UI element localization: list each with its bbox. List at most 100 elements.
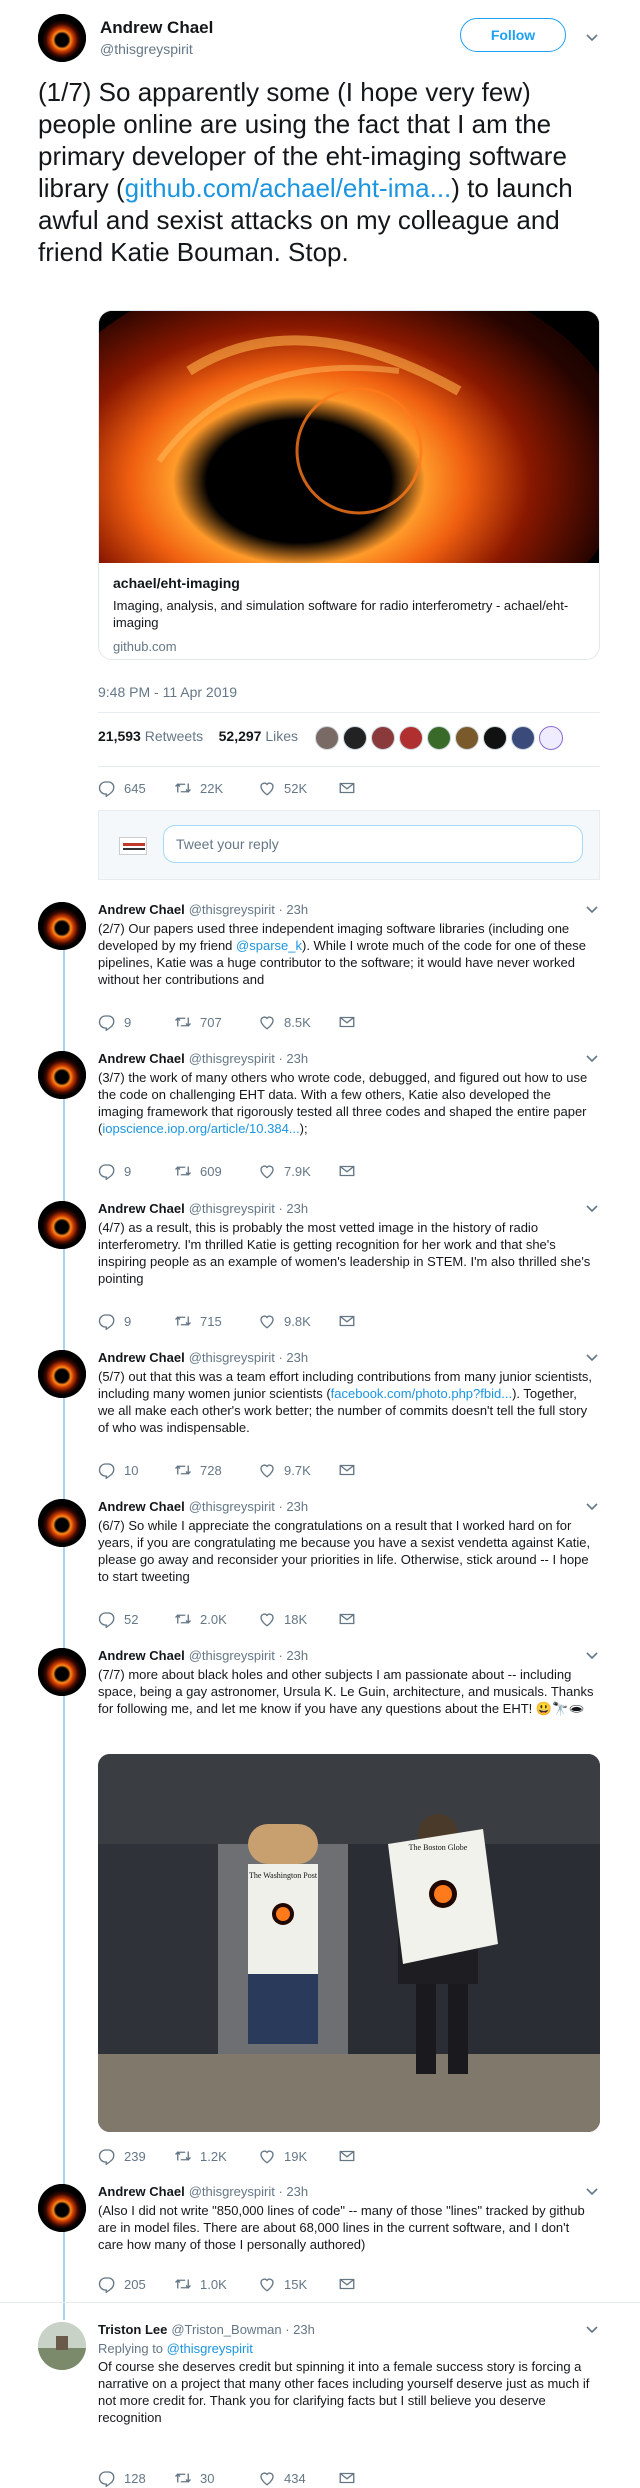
reply-button[interactable]: 9 xyxy=(98,1311,131,1331)
like-button[interactable]: 15K xyxy=(258,2274,307,2294)
reply-button[interactable]: 9 xyxy=(98,1161,131,1181)
replying-to: Replying to @thisgreyspirit xyxy=(98,2341,253,2356)
avatar[interactable] xyxy=(38,1648,86,1696)
follow-button[interactable]: Follow xyxy=(460,18,566,52)
like-button[interactable]: 9.7K xyxy=(258,1460,311,1480)
liker-avatar[interactable] xyxy=(455,726,479,750)
author[interactable]: Andrew Chael @thisgreyspirit · 23h xyxy=(98,1648,308,1663)
reply-button[interactable]: 645 xyxy=(98,778,146,798)
reply-button[interactable]: 52 xyxy=(98,1609,138,1629)
chevron-down-icon[interactable] xyxy=(586,34,598,42)
like-button[interactable]: 9.8K xyxy=(258,1311,311,1331)
paper-link[interactable]: iopscience.iop.org/article/10.384... xyxy=(102,1121,299,1136)
author[interactable]: Andrew Chael @thisgreyspirit · 23h xyxy=(98,1499,308,1514)
reply-button[interactable]: 10 xyxy=(98,1460,138,1480)
direct-message-button[interactable] xyxy=(338,1609,364,1629)
reply-tweet[interactable]: Andrew Chael @thisgreyspirit · 23h (5/7) … xyxy=(0,1350,640,1480)
liker-avatar[interactable] xyxy=(427,726,451,750)
avatar[interactable] xyxy=(38,14,86,62)
like-button[interactable]: 7.9K xyxy=(258,1161,311,1181)
retweet-button[interactable]: 30 xyxy=(174,2468,214,2488)
reply-tweet[interactable]: Andrew Chael @thisgreyspirit · 23h (2/7) … xyxy=(0,902,640,1032)
avatar[interactable] xyxy=(38,2184,86,2232)
author[interactable]: Andrew Chael @thisgreyspirit · 23h xyxy=(98,1350,308,1365)
liker-avatar[interactable] xyxy=(511,726,535,750)
liker-avatar[interactable] xyxy=(483,726,507,750)
chevron-down-icon[interactable] xyxy=(586,2326,598,2334)
chevron-down-icon[interactable] xyxy=(586,1652,598,1660)
like-button[interactable]: 8.5K xyxy=(258,1012,311,1032)
liker-avatar[interactable] xyxy=(343,726,367,750)
retweet-button[interactable]: 22K xyxy=(174,778,223,798)
reply-tweet[interactable]: Andrew Chael @thisgreyspirit · 23h (4/7) … xyxy=(0,1201,640,1331)
chevron-down-icon[interactable] xyxy=(586,1503,598,1511)
reply-tweet[interactable]: Andrew Chael @thisgreyspirit · 23h (Also … xyxy=(0,2184,640,2294)
like-button[interactable]: 18K xyxy=(258,1609,307,1629)
direct-message-button[interactable] xyxy=(338,1161,364,1181)
chevron-down-icon[interactable] xyxy=(586,1205,598,1213)
retweet-button[interactable]: 1.0K xyxy=(174,2274,227,2294)
direct-message-button[interactable] xyxy=(338,1460,364,1480)
direct-message-button[interactable] xyxy=(338,778,364,798)
author[interactable]: Andrew Chael @thisgreyspirit · 23h xyxy=(98,1201,308,1216)
chevron-down-icon[interactable] xyxy=(586,2188,598,2196)
author[interactable]: Triston Lee @Triston_Bowman · 23h xyxy=(98,2322,315,2337)
retweet-button[interactable]: 1.2K xyxy=(174,2146,227,2166)
avatar[interactable] xyxy=(38,1499,86,1547)
avatar[interactable] xyxy=(38,1051,86,1099)
facebook-link[interactable]: facebook.com/photo.php?fbid... xyxy=(331,1386,512,1401)
reply-tweet[interactable]: Andrew Chael @thisgreyspirit · 23h (7/7) … xyxy=(0,1648,640,2168)
liker-avatar[interactable] xyxy=(539,726,563,750)
like-button[interactable]: 19K xyxy=(258,2146,307,2166)
direct-message-button[interactable] xyxy=(338,2468,364,2488)
tweet-photo[interactable]: The Washington Post The Boston Globe xyxy=(98,1754,600,2132)
mention-link[interactable]: @thisgreyspirit xyxy=(167,2341,253,2356)
reply-icon xyxy=(98,779,116,797)
mention-link[interactable]: @sparse_k xyxy=(236,938,302,953)
tweet-text: (5/7) out that this was a team effort in… xyxy=(98,1369,592,1435)
direct-message-button[interactable] xyxy=(338,2146,364,2166)
likes-stat[interactable]: 52,297 Likes xyxy=(219,728,298,744)
tweet-timestamp[interactable]: 9:48 PM - 11 Apr 2019 xyxy=(98,684,237,700)
liker-avatar[interactable] xyxy=(371,726,395,750)
reply-input[interactable]: Tweet your reply xyxy=(163,825,583,863)
retweet-button[interactable]: 715 xyxy=(174,1311,222,1331)
author[interactable]: Andrew Chael @thisgreyspirit · 23h xyxy=(98,2184,308,2199)
retweet-icon xyxy=(174,1461,192,1479)
reply-tweet[interactable]: Andrew Chael @thisgreyspirit · 23h (3/7) … xyxy=(0,1051,640,1181)
direct-message-button[interactable] xyxy=(338,1311,364,1331)
avatar[interactable] xyxy=(38,2322,86,2370)
liker-avatar[interactable] xyxy=(315,726,339,750)
reply-button[interactable]: 9 xyxy=(98,1012,131,1032)
reply-button[interactable]: 128 xyxy=(98,2468,146,2488)
chevron-down-icon[interactable] xyxy=(586,1055,598,1063)
reply-tweet[interactable]: Triston Lee @Triston_Bowman · 23h Replyin… xyxy=(0,2322,640,2482)
avatar[interactable] xyxy=(38,1201,86,1249)
retweets-stat[interactable]: 21,593 Retweets xyxy=(98,728,203,744)
tweet-actions: 9 715 9.8K xyxy=(98,1311,398,1331)
like-button[interactable]: 434 xyxy=(258,2468,306,2488)
chevron-down-icon[interactable] xyxy=(586,1354,598,1362)
link-card[interactable]: achael/eht-imaging Imaging, analysis, an… xyxy=(98,310,600,660)
heart-icon xyxy=(258,2275,276,2293)
reply-tweet[interactable]: Andrew Chael @thisgreyspirit · 23h (6/7) … xyxy=(0,1499,640,1629)
chevron-down-icon[interactable] xyxy=(586,906,598,914)
direct-message-button[interactable] xyxy=(338,1012,364,1032)
reply-button[interactable]: 205 xyxy=(98,2274,146,2294)
avatar[interactable] xyxy=(38,1350,86,1398)
liker-avatar[interactable] xyxy=(399,726,423,750)
author[interactable]: Andrew Chael @thisgreyspirit · 23h xyxy=(98,1051,308,1066)
direct-message-button[interactable] xyxy=(338,2274,364,2294)
retweet-button[interactable]: 2.0K xyxy=(174,1609,227,1629)
author[interactable]: Andrew Chael @thisgreyspirit · 23h xyxy=(98,902,308,917)
avatar[interactable] xyxy=(38,902,86,950)
github-link[interactable]: github.com/achael/eht-ima... xyxy=(125,173,452,203)
retweet-button[interactable]: 728 xyxy=(174,1460,222,1480)
author-name[interactable]: Andrew Chael xyxy=(100,18,213,38)
retweet-button[interactable]: 707 xyxy=(174,1012,222,1032)
reply-button[interactable]: 239 xyxy=(98,2146,146,2166)
like-button[interactable]: 52K xyxy=(258,778,307,798)
retweet-button[interactable]: 609 xyxy=(174,1161,222,1181)
author-handle[interactable]: @thisgreyspirit xyxy=(100,41,193,57)
tweet-text: (2/7) Our papers used three independent … xyxy=(98,921,586,987)
